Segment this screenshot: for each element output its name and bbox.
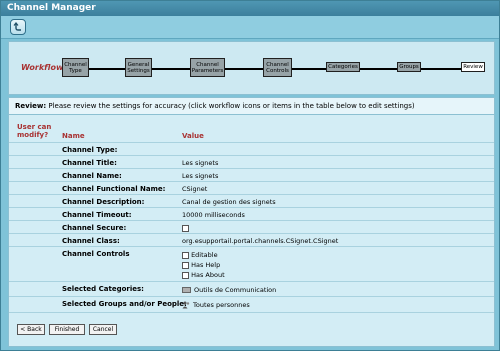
row-name-controls: Channel Controls <box>62 250 130 258</box>
table-row[interactable]: Selected Groups and/or People: Toutes pe… <box>9 296 494 313</box>
row-name-timeout: Channel Timeout: <box>62 211 132 219</box>
review-heading: Review: <box>15 102 47 110</box>
row-name-channel-name: Channel Name: <box>62 172 122 180</box>
table-row[interactable]: Selected Categories: Outils de Communica… <box>9 281 494 297</box>
channel-manager-window: Channel Manager Workflow: Channel Type G… <box>0 0 500 351</box>
review-panel: Review: Please review the settings for a… <box>8 97 495 347</box>
column-header-name: Name <box>62 132 85 140</box>
cancel-button[interactable]: Cancel <box>89 324 117 335</box>
row-value-class: org.esupportail.portal.channels.CSignet.… <box>182 237 339 245</box>
table-row[interactable]: Channel Timeout: 10000 milliseconds <box>9 207 494 221</box>
step-categories[interactable]: Categories <box>326 62 360 72</box>
table-row[interactable]: Channel Type: <box>9 142 494 156</box>
has-help-label: Has Help <box>191 261 221 269</box>
has-about-checkbox[interactable] <box>182 271 189 279</box>
table-row[interactable]: Channel Description: Canal de gestion de… <box>9 194 494 208</box>
row-name-class: Channel Class: <box>62 237 120 245</box>
editable-label: Editable <box>191 251 218 259</box>
finished-button[interactable]: Finished <box>49 324 85 335</box>
row-name-categories: Selected Categories: <box>62 285 144 293</box>
row-name-secure: Channel Secure: <box>62 224 127 232</box>
step-channel-controls[interactable]: Channel Controls <box>263 58 292 77</box>
category-label: Outils de Communication <box>194 286 277 294</box>
folder-icon <box>182 287 191 293</box>
row-name-functional-name: Channel Functional Name: <box>62 185 166 193</box>
secure-checkbox[interactable] <box>182 224 189 232</box>
row-value-channel-name: Les signets <box>182 172 219 180</box>
toolbar <box>1 16 499 39</box>
row-name-groups: Selected Groups and/or People: <box>62 300 187 308</box>
row-value-functional-name: CSignet <box>182 185 208 193</box>
table-row[interactable]: Channel Class: org.esupportail.portal.ch… <box>9 233 494 247</box>
step-channel-type[interactable]: Channel Type <box>62 58 89 77</box>
back-arrow-icon <box>13 22 21 31</box>
row-value-channel-title: Les signets <box>182 159 219 167</box>
back-button[interactable]: < Back <box>17 324 45 335</box>
control-editable: Editable <box>182 251 218 259</box>
row-value-groups: Toutes personnes <box>182 301 250 309</box>
row-value-categories: Outils de Communication <box>182 286 276 294</box>
table-row[interactable]: Channel Title: Les signets <box>9 155 494 169</box>
workflow-label: Workflow: <box>21 63 67 72</box>
people-icon <box>182 301 190 309</box>
group-label: Toutes personnes <box>193 301 250 309</box>
back-arrow-button[interactable] <box>10 19 26 35</box>
step-general-settings[interactable]: General Settings <box>125 58 152 77</box>
workflow-panel: Workflow: Channel Type General Settings … <box>8 41 495 95</box>
row-name-channel-type: Channel Type: <box>62 146 118 154</box>
row-value-description: Canal de gestion des signets <box>182 198 276 206</box>
window-title: Channel Manager <box>1 1 499 16</box>
table-row[interactable]: Channel Controls Editable Has Help Has A… <box>9 246 494 282</box>
step-groups[interactable]: Groups <box>397 62 421 72</box>
table-row[interactable]: Channel Functional Name: CSignet <box>9 181 494 195</box>
secure-checkbox-cell <box>182 224 189 232</box>
control-has-about: Has About <box>182 271 225 279</box>
row-name-description: Channel Description: <box>62 198 145 206</box>
editable-checkbox[interactable] <box>182 251 189 259</box>
has-help-checkbox[interactable] <box>182 261 189 269</box>
review-instruction: Please review the settings for accuracy … <box>48 102 415 110</box>
has-about-label: Has About <box>191 271 225 279</box>
table-row[interactable]: Channel Secure: <box>9 220 494 234</box>
step-review[interactable]: Review <box>461 62 485 72</box>
row-value-timeout: 10000 milliseconds <box>182 211 245 219</box>
review-instruction-bar: Review: Please review the settings for a… <box>9 98 494 115</box>
step-channel-parameters[interactable]: Channel Parameters <box>190 58 225 77</box>
column-header-modify: User can modify? <box>17 123 52 139</box>
control-has-help: Has Help <box>182 261 220 269</box>
row-name-channel-title: Channel Title: <box>62 159 117 167</box>
table-row[interactable]: Channel Name: Les signets <box>9 168 494 182</box>
column-header-value: Value <box>182 132 204 140</box>
